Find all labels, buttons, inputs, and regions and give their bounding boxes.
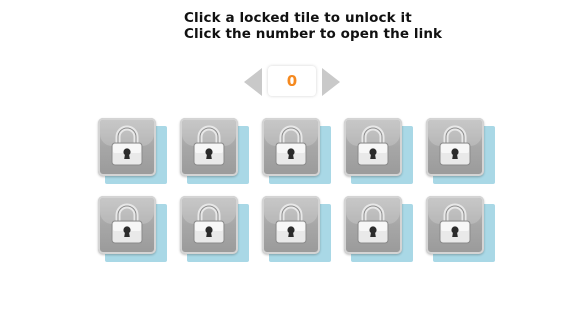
- arrow-left-icon[interactable]: [244, 68, 262, 96]
- game-stage: Click a locked tile to unlock it Click t…: [0, 0, 583, 328]
- page-selector: 0: [244, 66, 340, 98]
- page-number-button[interactable]: 0: [268, 66, 316, 96]
- arrow-right-icon[interactable]: [322, 68, 340, 96]
- tile-face: [344, 196, 402, 254]
- tile-face: [180, 196, 238, 254]
- tile-face: [344, 118, 402, 176]
- tile-face: [262, 118, 320, 176]
- tile-face: [426, 196, 484, 254]
- lock-icon: [110, 202, 144, 246]
- lock-icon: [192, 202, 226, 246]
- lock-icon: [192, 124, 226, 168]
- locked-tile[interactable]: [344, 118, 413, 186]
- locked-tile[interactable]: [344, 196, 413, 264]
- lock-icon: [274, 124, 308, 168]
- tile-face: [262, 196, 320, 254]
- lock-icon: [274, 202, 308, 246]
- instruction-line-open-link: Click the number to open the link: [184, 26, 443, 42]
- lock-icon: [356, 202, 390, 246]
- locked-tile[interactable]: [98, 196, 167, 264]
- instruction-line-unlock: Click a locked tile to unlock it: [184, 10, 412, 26]
- locked-tile[interactable]: [98, 118, 167, 186]
- locked-tile[interactable]: [180, 196, 249, 264]
- locked-tile[interactable]: [262, 196, 331, 264]
- lock-icon: [356, 124, 390, 168]
- tile-face: [98, 118, 156, 176]
- lock-icon: [110, 124, 144, 168]
- locked-tile[interactable]: [180, 118, 249, 186]
- instructions: Click a locked tile to unlock it Click t…: [184, 10, 442, 42]
- locked-tile[interactable]: [426, 118, 495, 186]
- locked-tile[interactable]: [262, 118, 331, 186]
- tile-face: [98, 196, 156, 254]
- tile-face: [180, 118, 238, 176]
- tile-face: [426, 118, 484, 176]
- locked-tile[interactable]: [426, 196, 495, 264]
- lock-icon: [438, 202, 472, 246]
- lock-icon: [438, 124, 472, 168]
